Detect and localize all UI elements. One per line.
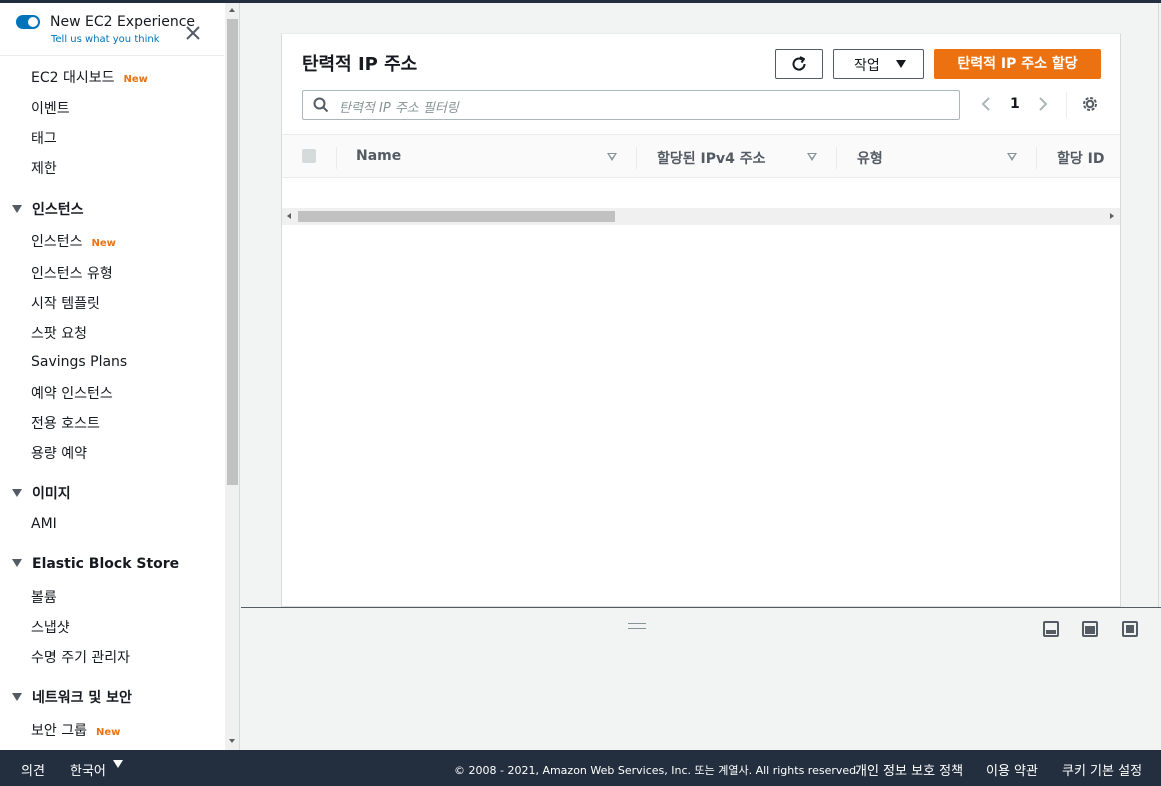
column-divider <box>1036 147 1037 169</box>
sidebar-item-events[interactable]: 이벤트 <box>31 98 70 118</box>
feedback-link[interactable]: Tell us what you think <box>51 34 160 45</box>
sidebar-item-spot-requests[interactable]: 스팟 요청 <box>31 323 87 343</box>
column-divider <box>836 147 837 169</box>
caret-down-icon[interactable] <box>113 760 123 768</box>
split-panel <box>241 607 1161 750</box>
new-experience-title: New EC2 Experience <box>50 14 196 30</box>
sidebar-item-lifecycle-manager[interactable]: 수명 주기 관리자 <box>31 647 130 667</box>
sidebar-scroll-thumb[interactable] <box>227 19 238 485</box>
new-badge: New <box>91 238 116 249</box>
sort-icon[interactable] <box>607 153 617 161</box>
new-experience-header: New EC2 Experience Tell us what you thin… <box>0 3 224 56</box>
actions-dropdown[interactable]: 작업 <box>833 49 924 79</box>
sidebar-section-network-security[interactable]: 네트워크 및 보안 <box>12 687 132 707</box>
sidebar-item-reserved-instances[interactable]: 예약 인스턴스 <box>31 383 113 403</box>
scroll-up-arrow-icon[interactable] <box>229 8 235 12</box>
column-divider <box>336 147 337 169</box>
sidebar-section-ebs[interactable]: Elastic Block Store <box>12 556 179 572</box>
split-drag-handle-icon[interactable] <box>628 623 646 629</box>
column-header-allocated-ipv4[interactable]: 할당된 IPv4 주소 <box>657 148 766 168</box>
privacy-policy-link[interactable]: 개인 정보 보호 정책 <box>855 760 963 779</box>
refresh-button[interactable] <box>775 49 823 79</box>
sidebar: New EC2 Experience Tell us what you thin… <box>0 3 240 750</box>
column-header-type[interactable]: 유형 <box>857 148 883 168</box>
footer: 의견 한국어 © 2008 - 2021, Amazon Web Service… <box>0 750 1161 786</box>
caret-down-icon <box>896 60 906 68</box>
collapse-caret-icon <box>12 693 22 701</box>
icon-fill <box>1046 630 1056 634</box>
new-badge: New <box>123 74 148 85</box>
sidebar-item-savings-plans[interactable]: Savings Plans <box>31 354 127 370</box>
current-page-number[interactable]: 1 <box>1010 96 1020 112</box>
sidebar-item-instances[interactable]: 인스턴스 New <box>31 231 116 251</box>
sidebar-section-instances[interactable]: 인스턴스 <box>12 199 84 219</box>
pager-divider <box>1066 92 1067 118</box>
search-icon <box>313 97 329 113</box>
section-title: 네트워크 및 보안 <box>32 690 132 706</box>
column-header-allocation-id[interactable]: 할당 ID <box>1057 148 1104 168</box>
split-bottom-icon[interactable] <box>1043 621 1059 637</box>
split-side-icon[interactable] <box>1082 621 1098 637</box>
horizontal-scroll-thumb[interactable] <box>298 211 615 222</box>
icon-fill <box>1126 625 1134 633</box>
previous-page-icon[interactable] <box>979 96 993 112</box>
new-experience-toggle[interactable] <box>16 15 40 29</box>
sidebar-item-instance-types[interactable]: 인스턴스 유형 <box>31 263 113 283</box>
search-placeholder: 탄력적 IP 주소 필터링 <box>339 101 459 116</box>
collapse-caret-icon <box>12 489 22 497</box>
sidebar-item-tags[interactable]: 태그 <box>31 128 57 148</box>
page-title: 탄력적 IP 주소 <box>302 54 418 75</box>
collapse-caret-icon <box>12 559 22 567</box>
sidebar-section-images[interactable]: 이미지 <box>12 483 71 503</box>
select-all-checkbox[interactable] <box>302 149 316 163</box>
new-badge: New <box>95 727 121 738</box>
section-title: Elastic Block Store <box>32 556 180 572</box>
sidebar-item-dedicated-hosts[interactable]: 전용 호스트 <box>31 413 100 433</box>
sidebar-item-snapshots[interactable]: 스냅샷 <box>31 617 70 637</box>
sort-icon[interactable] <box>807 153 817 161</box>
sidebar-item-security-groups[interactable]: 보안 그룹 New <box>31 720 120 740</box>
elastic-ip-panel: 탄력적 IP 주소 작업 탄력적 IP 주소 할당 탄력적 IP 주소 필터링 … <box>281 33 1121 607</box>
next-page-icon[interactable] <box>1036 96 1050 112</box>
collapse-caret-icon <box>12 205 22 213</box>
table-body <box>282 178 1120 208</box>
section-title: 이미지 <box>32 486 71 502</box>
sidebar-item-ec2-dashboard[interactable]: EC2 대시보드 New <box>31 67 148 87</box>
sidebar-item-label: 보안 그룹 <box>31 723 87 739</box>
sidebar-item-volumes[interactable]: 볼륨 <box>31 587 57 607</box>
allocate-eip-button[interactable]: 탄력적 IP 주소 할당 <box>934 49 1101 79</box>
gear-icon[interactable] <box>1081 95 1099 113</box>
sidebar-item-ami[interactable]: AMI <box>31 516 57 532</box>
sort-icon[interactable] <box>1007 153 1017 161</box>
split-full-icon[interactable] <box>1122 621 1138 637</box>
scroll-right-arrow-icon[interactable] <box>1110 213 1114 219</box>
close-icon[interactable] <box>184 24 202 42</box>
sidebar-item-limits[interactable]: 제한 <box>31 158 57 178</box>
sidebar-scrollbar[interactable] <box>225 3 239 750</box>
sidebar-item-capacity-reservations[interactable]: 용량 예약 <box>31 443 87 463</box>
table-horizontal-scrollbar[interactable] <box>282 208 1120 225</box>
sidebar-item-label: EC2 대시보드 <box>31 70 115 86</box>
scroll-left-arrow-icon[interactable] <box>287 213 291 219</box>
copyright-text: © 2008 - 2021, Amazon Web Services, Inc.… <box>454 764 860 777</box>
table-header: Name 할당된 IPv4 주소 유형 할당 ID <box>282 134 1120 178</box>
column-divider <box>636 147 637 169</box>
terms-of-use-link[interactable]: 이용 약관 <box>986 760 1038 779</box>
actions-label: 작업 <box>854 57 880 73</box>
refresh-icon <box>792 56 806 71</box>
feedback-link[interactable]: 의견 <box>21 760 45 779</box>
cookie-preferences-link[interactable]: 쿠키 기본 설정 <box>1062 760 1142 779</box>
column-header-name[interactable]: Name <box>356 148 401 164</box>
filter-search-input[interactable]: 탄력적 IP 주소 필터링 <box>302 90 960 120</box>
section-title: 인스턴스 <box>32 202 84 218</box>
language-selector[interactable]: 한국어 <box>70 760 106 779</box>
sidebar-item-label: 인스턴스 <box>31 234 83 250</box>
scroll-down-arrow-icon[interactable] <box>229 739 235 743</box>
sidebar-item-launch-templates[interactable]: 시작 템플릿 <box>31 293 100 313</box>
icon-fill <box>1085 626 1095 634</box>
